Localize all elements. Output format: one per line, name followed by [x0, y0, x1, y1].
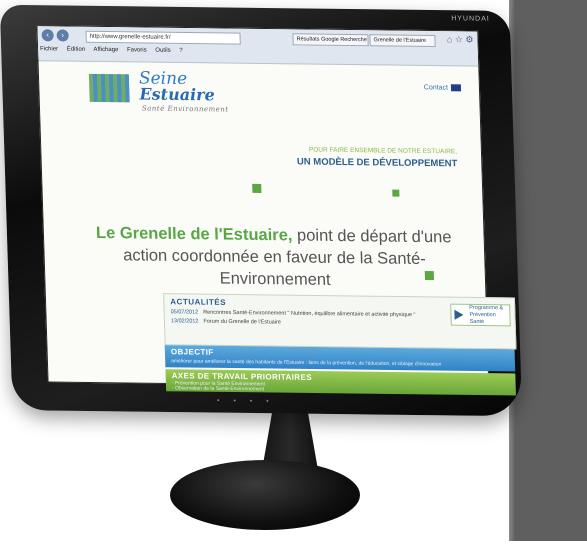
programme-prevention-badge[interactable]: Programme & Prévention Santé — [450, 303, 511, 327]
news-panel: ACTUALITÉS 05/07/2012 Rencontres Santé-En… — [163, 293, 517, 350]
objectif-title: OBJECTIF — [170, 347, 214, 357]
news-title: ACTUALITÉS — [170, 297, 227, 307]
play-icon — [454, 309, 464, 320]
news-text[interactable]: Rencontres Santé-Environnement " Nutriti… — [203, 310, 415, 319]
badge-label: Programme & Prévention Santé — [469, 304, 504, 326]
objectif-text: améliorer pour améliorer la santé des ha… — [171, 358, 442, 368]
axes-section[interactable]: AXES DE TRAVAIL PRIORITAIRES - Préventio… — [165, 369, 516, 396]
news-text[interactable]: Forum du Grenelle de l'Estuaire — [203, 319, 281, 326]
news-item[interactable]: 13/02/2012 Forum du Grenelle de l'Estuair… — [171, 318, 281, 325]
news-date: 05/07/2012 — [170, 309, 199, 316]
news-item[interactable]: 05/07/2012 Rencontres Santé-Environnement… — [171, 309, 416, 318]
axes-item[interactable]: - Observation de la Santé-Environnement — [172, 385, 264, 392]
news-date: 13/02/2012 — [170, 318, 199, 325]
objectif-section[interactable]: OBJECTIF améliorer pour améliorer la san… — [164, 345, 516, 372]
